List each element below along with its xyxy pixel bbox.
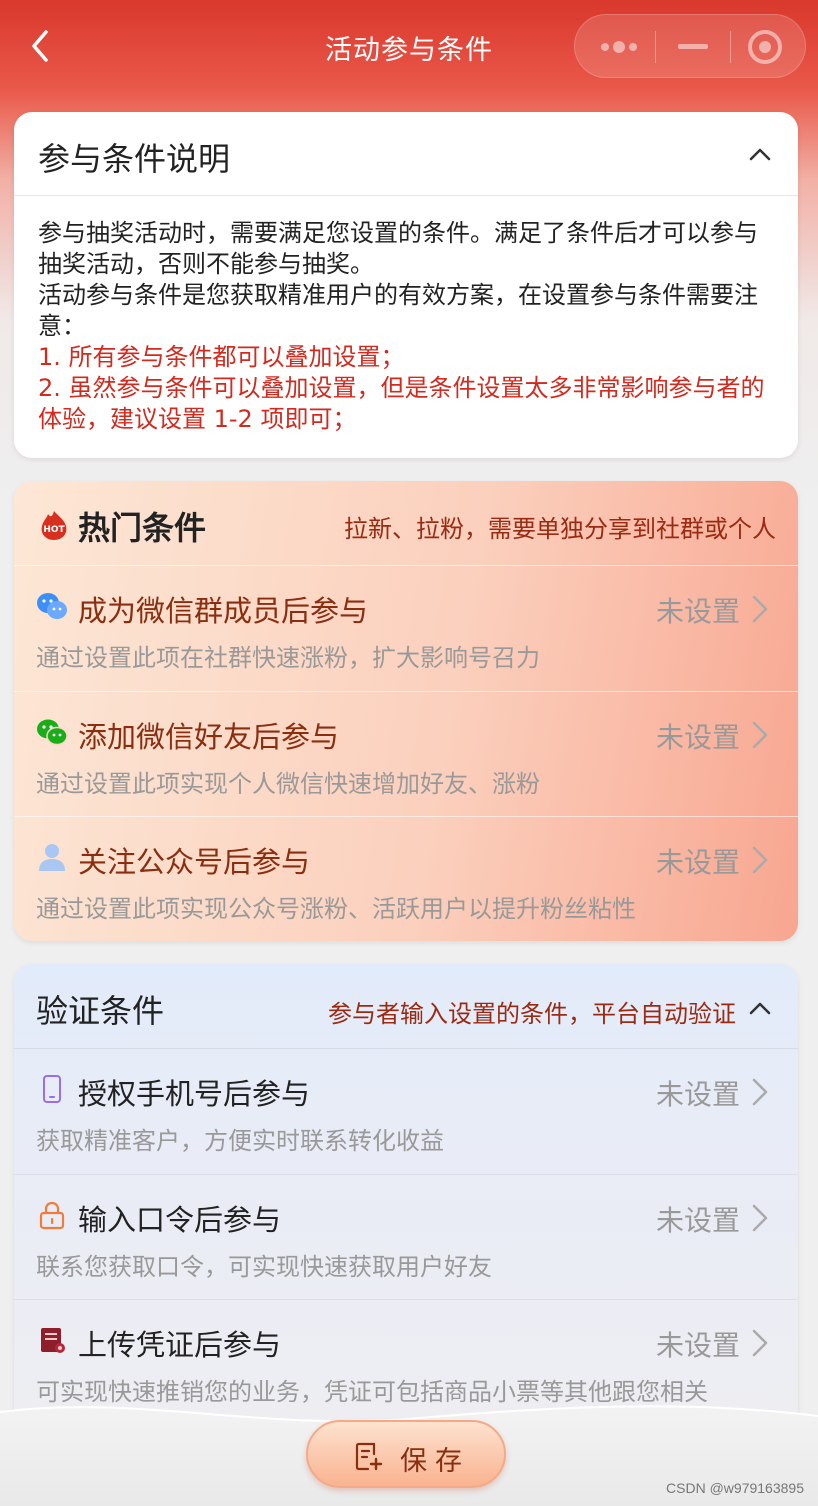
svg-text:HOT: HOT	[43, 525, 65, 535]
chevron-up-icon[interactable]	[748, 142, 772, 166]
condition-desc: 通过设置此项实现公众号涨粉、活跃用户以提升粉丝粘性	[36, 895, 636, 923]
condition-title: 成为微信群成员后参与	[78, 594, 369, 628]
certificate-icon	[36, 1324, 68, 1356]
hot-subtitle: 拉新、拉粉，需要单独分享到社群或个人	[344, 515, 776, 543]
condition-status: 未设置	[655, 595, 740, 628]
intro-body: 参与抽奖活动时，需要满足您设置的条件。满足了条件后才可以参与抽奖活动，否则不能参…	[14, 196, 798, 435]
condition-title: 添加微信好友后参与	[78, 720, 340, 754]
hot-conditions-card: HOT 热门条件 拉新、拉粉，需要单独分享到社群或个人 成为微信群成员后参与 未…	[14, 481, 798, 941]
intro-header[interactable]: 参与条件说明	[14, 112, 798, 196]
intro-note: 2. 虽然参与条件可以叠加设置，但是条件设置太多非常影响参与者的体验，建议设置 …	[38, 374, 765, 433]
watermark: CSDN @w979163895	[666, 1480, 804, 1496]
chevron-right-icon	[750, 1077, 770, 1107]
hot-title: 热门条件	[78, 509, 207, 547]
condition-desc: 联系您获取口令，可实现快速获取用户好友	[36, 1253, 492, 1281]
intro-paragraph: 参与抽奖活动时，需要满足您设置的条件。满足了条件后才可以参与抽奖活动，否则不能参…	[38, 219, 758, 278]
conditions-intro-card: 参与条件说明 参与抽奖活动时，需要满足您设置的条件。满足了条件后才可以参与抽奖活…	[14, 112, 798, 458]
intro-paragraph: 活动参与条件是您获取精准用户的有效方案，在设置参与条件需要注意：	[38, 281, 758, 340]
condition-status: 未设置	[655, 1204, 740, 1237]
wechat-group-icon	[36, 590, 68, 622]
nav-bar: 活动参与条件	[0, 0, 818, 92]
verify-subtitle: 参与者输入设置的条件，平台自动验证	[328, 1000, 736, 1028]
hot-header: HOT 热门条件 拉新、拉粉，需要单独分享到社群或个人	[14, 481, 798, 566]
save-label: 保存	[400, 1446, 470, 1477]
condition-status: 未设置	[655, 846, 740, 879]
close-target-icon[interactable]	[731, 15, 807, 79]
condition-title: 关注公众号后参与	[78, 845, 311, 879]
condition-row-wechat-group[interactable]: 成为微信群成员后参与 未设置 通过设置此项在社群快速涨粉，扩大影响号召力	[14, 566, 798, 691]
condition-desc: 通过设置此项实现个人微信快速增加好友、涨粉	[36, 770, 540, 798]
chevron-right-icon	[750, 845, 770, 875]
condition-desc: 通过设置此项在社群快速涨粉，扩大影响号召力	[36, 644, 540, 672]
bottom-bar: 保存 CSDN @w979163895	[0, 1398, 818, 1506]
minimize-icon[interactable]	[656, 15, 730, 79]
condition-row-phone[interactable]: 授权手机号后参与 未设置 获取精准客户，方便实时联系转化收益	[14, 1049, 798, 1174]
chevron-right-icon	[750, 594, 770, 624]
wechat-icon	[36, 716, 68, 748]
verify-header[interactable]: 验证条件 参与者输入设置的条件，平台自动验证	[14, 964, 798, 1049]
condition-status: 未设置	[655, 1078, 740, 1111]
verify-conditions-card: 验证条件 参与者输入设置的条件，平台自动验证 授权手机号后参与 未设置 获取精准…	[14, 964, 798, 1434]
condition-status: 未设置	[655, 721, 740, 754]
mini-program-capsule	[574, 14, 806, 78]
condition-row-wechat-friend[interactable]: 添加微信好友后参与 未设置 通过设置此项实现个人微信快速增加好友、涨粉	[14, 691, 798, 816]
person-icon	[36, 841, 68, 873]
condition-row-password[interactable]: 输入口令后参与 未设置 联系您获取口令，可实现快速获取用户好友	[14, 1174, 798, 1299]
condition-status: 未设置	[655, 1329, 740, 1362]
condition-title: 输入口令后参与	[78, 1203, 282, 1237]
condition-row-official-account[interactable]: 关注公众号后参与 未设置 通过设置此项实现公众号涨粉、活跃用户以提升粉丝粘性	[14, 816, 798, 941]
condition-title: 上传凭证后参与	[78, 1328, 282, 1362]
edit-document-icon	[354, 1440, 384, 1472]
phone-icon	[36, 1073, 68, 1105]
intro-note: 1. 所有参与条件都可以叠加设置；	[38, 343, 405, 371]
hot-icon: HOT	[38, 509, 70, 541]
lock-icon	[36, 1199, 68, 1231]
chevron-right-icon	[750, 1203, 770, 1233]
save-button[interactable]: 保存	[306, 1420, 506, 1488]
more-icon[interactable]	[575, 15, 655, 79]
condition-desc: 获取精准客户，方便实时联系转化收益	[36, 1127, 444, 1155]
chevron-right-icon	[750, 720, 770, 750]
verify-title: 验证条件	[36, 992, 165, 1030]
intro-title: 参与条件说明	[38, 140, 231, 178]
condition-title: 授权手机号后参与	[78, 1077, 311, 1111]
chevron-up-icon[interactable]	[748, 996, 772, 1020]
chevron-right-icon	[750, 1328, 770, 1358]
